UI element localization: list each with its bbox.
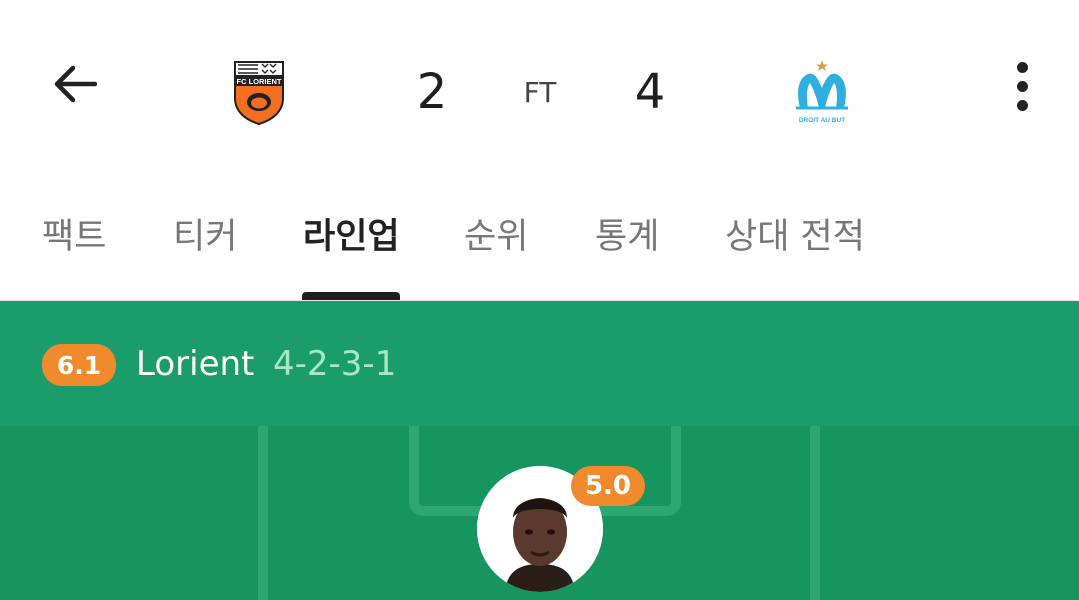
home-score: 2 bbox=[416, 64, 448, 120]
away-team-logo[interactable]: DROIT AU BUT bbox=[790, 58, 854, 126]
match-tabs: 팩트 티커 라인업 순위 통계 상대 전적 bbox=[0, 200, 1079, 301]
more-vertical-dot bbox=[1016, 99, 1028, 111]
team-name: Lorient bbox=[136, 344, 255, 384]
pitch-line bbox=[258, 426, 268, 600]
more-vertical-dot bbox=[1016, 80, 1028, 92]
more-vertical-icon bbox=[1016, 61, 1028, 73]
pitch-line bbox=[810, 426, 820, 600]
tab-standings[interactable]: 순위 bbox=[464, 214, 528, 260]
active-tab-indicator bbox=[302, 292, 400, 300]
lineup-team-header: 6.1 Lorient 4-2-3-1 bbox=[0, 301, 1079, 426]
arrow-left-icon bbox=[54, 65, 97, 103]
olympique-de-marseille-crest-icon: DROIT AU BUT bbox=[796, 60, 848, 124]
home-team-logo[interactable]: FC LORIENT bbox=[232, 56, 286, 126]
svg-text:DROIT AU BUT: DROIT AU BUT bbox=[799, 117, 845, 124]
match-status: FT bbox=[523, 76, 557, 109]
pitch: 5.0 bbox=[0, 426, 1079, 600]
tab-stats[interactable]: 통계 bbox=[595, 214, 659, 260]
tab-head-to-head[interactable]: 상대 전적 bbox=[725, 214, 865, 260]
tab-facts[interactable]: 팩트 bbox=[42, 214, 106, 260]
away-score: 4 bbox=[634, 64, 666, 120]
formation: 4-2-3-1 bbox=[273, 344, 397, 384]
tab-lineup[interactable]: 라인업 bbox=[303, 214, 400, 260]
more-options-button[interactable] bbox=[1002, 58, 1042, 114]
match-header: FC LORIENT 2 FT 4 DROIT AU BUT bbox=[0, 0, 1079, 180]
team-rating-badge: 6.1 bbox=[42, 344, 116, 386]
player-rating-badge: 5.0 bbox=[571, 466, 645, 506]
tab-ticker[interactable]: 티커 bbox=[173, 214, 237, 260]
fc-lorient-crest-icon: FC LORIENT bbox=[234, 61, 284, 126]
back-button[interactable] bbox=[44, 52, 104, 116]
svg-text:FC LORIENT: FC LORIENT bbox=[237, 77, 282, 86]
